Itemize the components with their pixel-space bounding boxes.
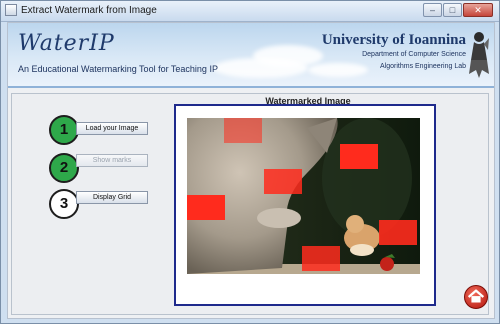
app-window: Extract Watermark from Image – □ ✕ Water… [0, 0, 500, 324]
show-marks-button[interactable]: Show marks [76, 154, 148, 167]
university-logo [469, 32, 489, 78]
lab-name: Algorithms Engineering Lab [380, 63, 466, 70]
home-icon [467, 289, 485, 303]
title-bar[interactable]: Extract Watermark from Image – □ ✕ [1, 1, 499, 22]
window-app-icon [5, 4, 17, 16]
home-button[interactable] [464, 285, 488, 309]
close-button[interactable]: ✕ [463, 3, 493, 17]
window-title: Extract Watermark from Image [21, 5, 157, 16]
display-grid-button[interactable]: Display Grid [76, 191, 148, 204]
banner-cloud [213, 58, 308, 78]
maximize-button[interactable]: □ [443, 3, 462, 17]
step-3-badge: 3 [49, 189, 79, 219]
header-divider [8, 86, 494, 88]
university-name: University of Ioannina [321, 32, 466, 48]
client-area: WaterIP An Educational Watermarking Tool… [7, 22, 495, 319]
window-controls: – □ ✕ [422, 3, 493, 18]
header-banner: WaterIP An Educational Watermarking Tool… [8, 23, 494, 86]
banner-cloud [308, 63, 368, 77]
step-2-badge: 2 [49, 153, 79, 183]
watermarked-image[interactable] [187, 118, 420, 274]
department-name: Department of Computer Science [362, 51, 466, 58]
step-1-badge: 1 [49, 115, 79, 145]
image-frame [174, 104, 436, 306]
app-name: WaterIP [18, 31, 115, 56]
app-subtitle: An Educational Watermarking Tool for Tea… [18, 64, 218, 74]
minimize-button[interactable]: – [423, 3, 442, 17]
load-image-button[interactable]: Load your Image [76, 122, 148, 135]
